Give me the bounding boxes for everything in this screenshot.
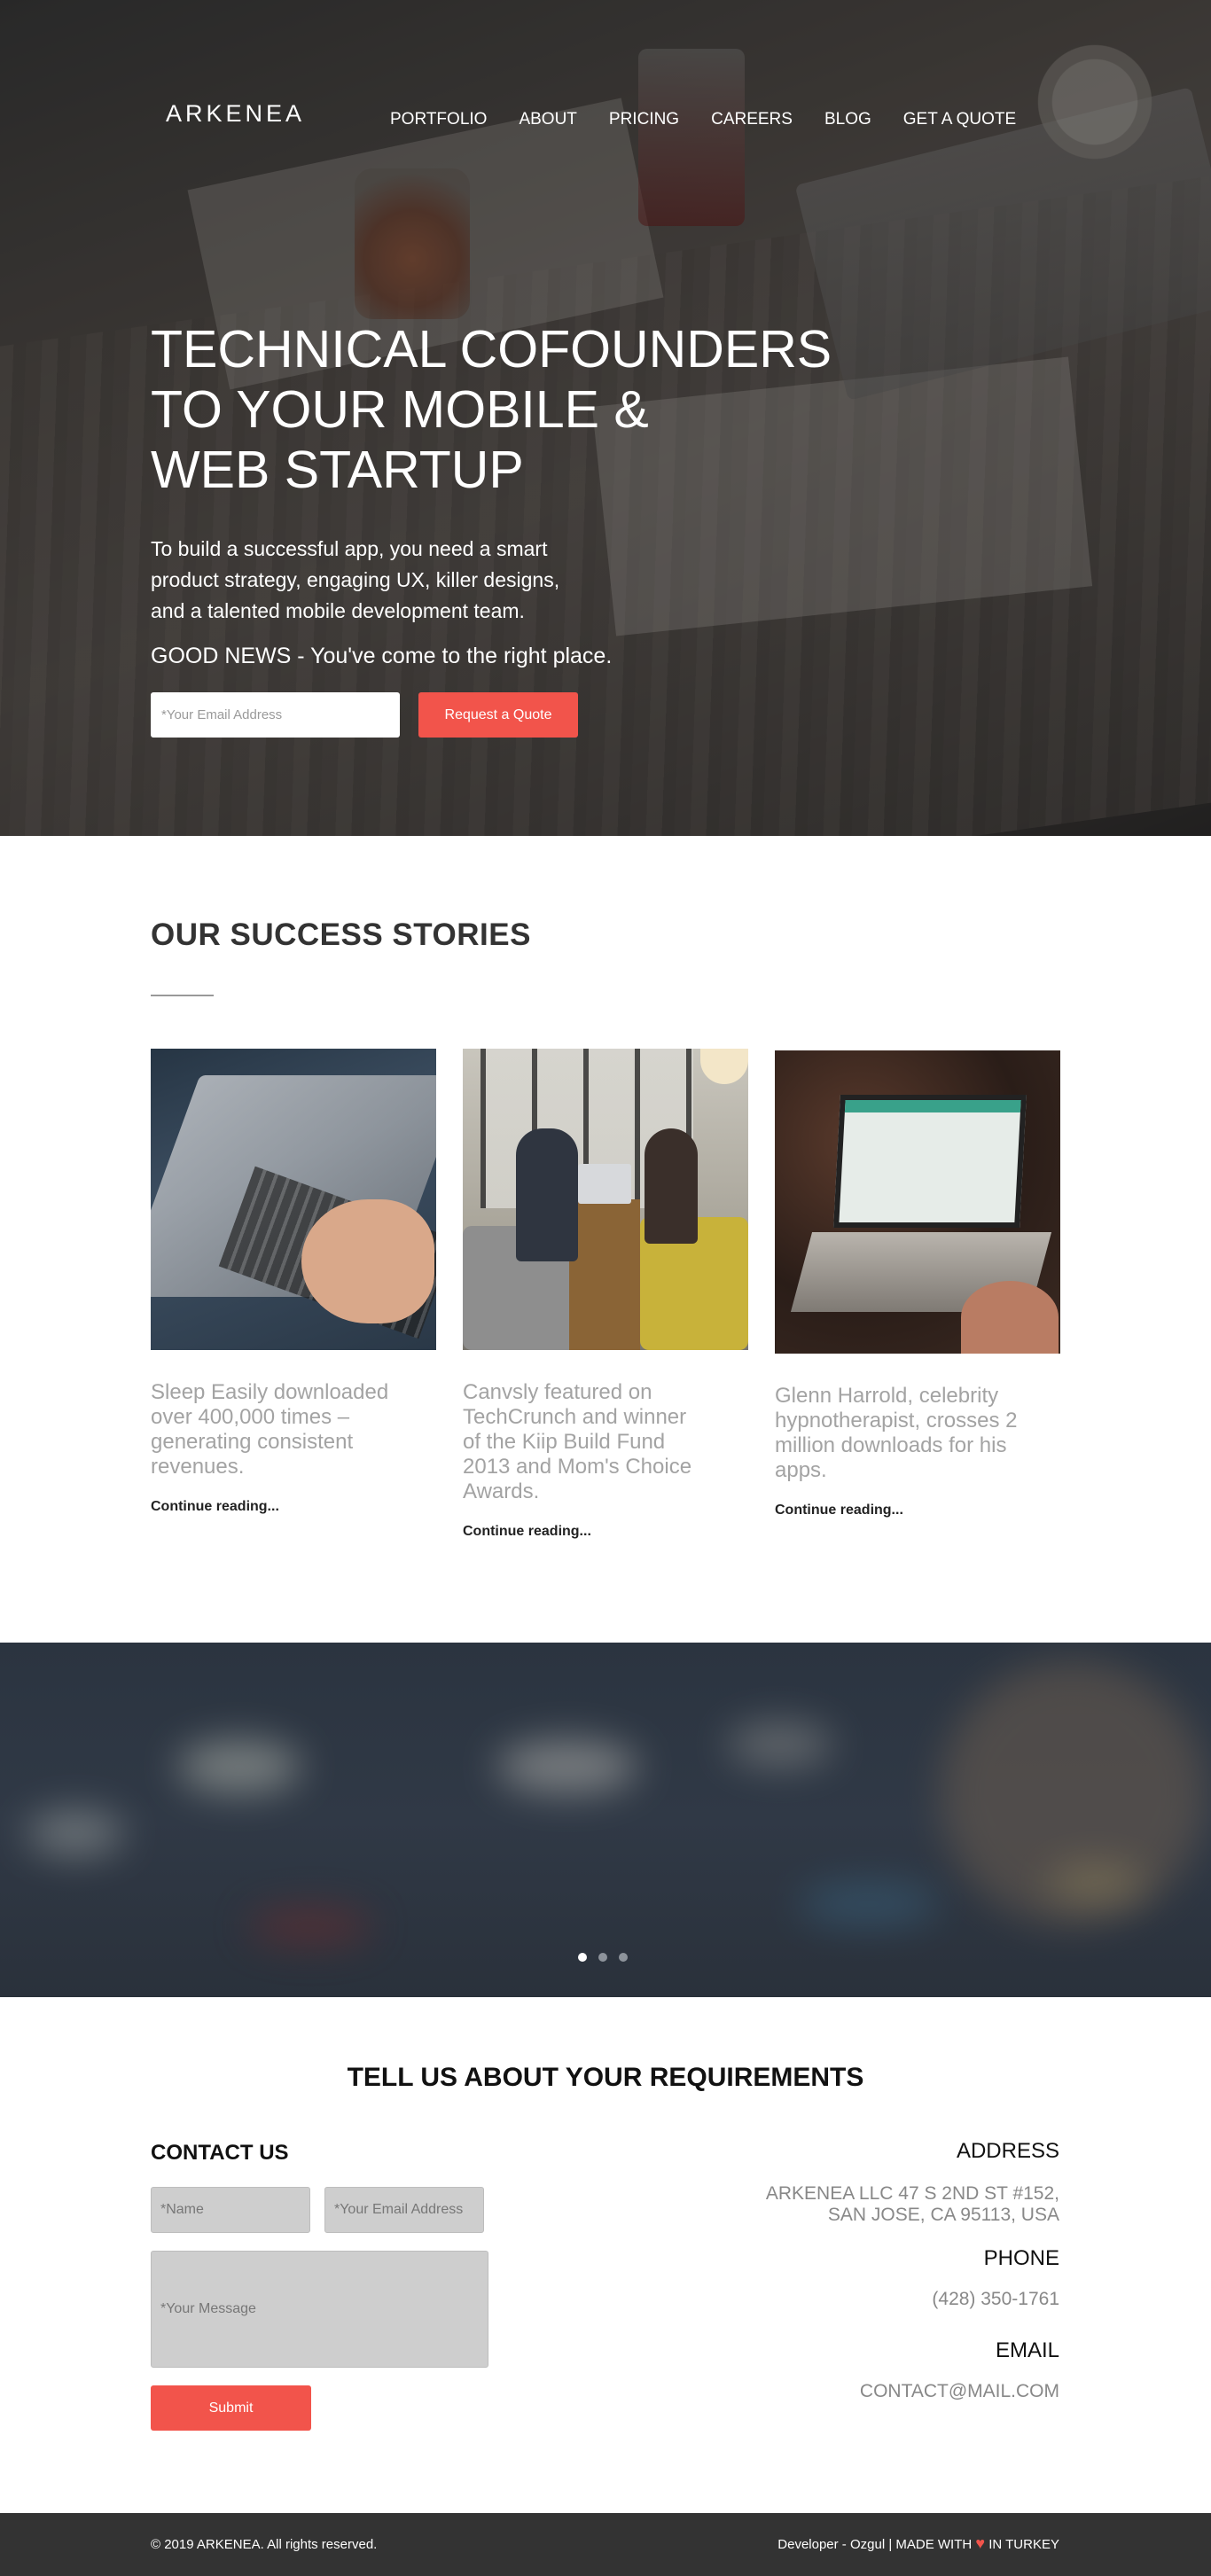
story-line: of the Kiip Build Fund	[463, 1430, 666, 1454]
title-divider	[151, 995, 214, 996]
story-description: Sleep Easily downloaded over 400,000 tim…	[151, 1380, 436, 1479]
nav-about[interactable]: ABOUT	[519, 110, 576, 129]
continue-reading-link[interactable]: Continue reading...	[775, 1503, 1060, 1518]
story-line: Glenn Harrold, celebrity	[775, 1384, 999, 1408]
hero-title: TECHNICAL COFOUNDERS TO YOUR MOBILE & WE…	[151, 319, 949, 500]
phone-heading: PHONE	[983, 2246, 1059, 2270]
story-card: Glenn Harrold, celebrity hypnotherapist,…	[775, 1050, 1060, 1518]
hero-description-line: and a talented mobile development team.	[151, 599, 525, 622]
email-address[interactable]: CONTACT@MAIL.COM	[860, 2381, 1059, 2402]
email-field[interactable]	[324, 2187, 484, 2233]
nav-careers[interactable]: CAREERS	[711, 110, 793, 129]
success-stories-title: OUR SUCCESS STORIES	[151, 917, 531, 952]
story-image-laptop-app[interactable]	[775, 1050, 1060, 1354]
story-card: Sleep Easily downloaded over 400,000 tim…	[151, 1049, 436, 1515]
story-line: million downloads for his	[775, 1433, 1007, 1457]
request-quote-button[interactable]: Request a Quote	[418, 692, 578, 738]
footer: © 2019 ARKENEA. All rights reserved. Dev…	[0, 2513, 1211, 2576]
slider-dot[interactable]	[598, 1953, 607, 1962]
nav-get-a-quote[interactable]: GET A QUOTE	[903, 110, 1016, 129]
phone-block: PHONE (428) 350-1761	[932, 2246, 1059, 2310]
continue-reading-link[interactable]: Continue reading...	[463, 1524, 748, 1540]
slider-dot[interactable]	[578, 1953, 587, 1962]
story-line: generating consistent	[151, 1430, 354, 1454]
credit-text: Developer - Ozgul | MADE WITH	[777, 2537, 973, 2552]
hero-section: ARKENEA PORTFOLIO ABOUT PRICING CAREERS …	[0, 0, 1211, 836]
nav-pricing[interactable]: PRICING	[609, 110, 679, 129]
email-heading: EMAIL	[995, 2338, 1059, 2362]
credit-text: IN TURKEY	[988, 2537, 1059, 2552]
name-field[interactable]	[151, 2187, 310, 2233]
address-block: ADDRESS ARKENEA LLC 47 S 2ND ST #152, SA…	[766, 2139, 1059, 2226]
story-line: hypnotherapist, crosses 2	[775, 1409, 1018, 1432]
story-description: Canvsly featured on TechCrunch and winne…	[463, 1380, 748, 1504]
hero-description: To build a successful app, you need a sm…	[151, 534, 621, 627]
continue-reading-link[interactable]: Continue reading...	[151, 1499, 436, 1515]
address-line: ARKENEA LLC 47 S 2ND ST #152,	[765, 2183, 1059, 2204]
hero-good-news: GOOD NEWS - You've come to the right pla…	[151, 644, 613, 668]
heart-icon: ♥	[975, 2534, 986, 2552]
contact-us-heading: CONTACT US	[151, 2141, 289, 2165]
hero-description-line: To build a successful app, you need a sm…	[151, 537, 548, 560]
slider-dot[interactable]	[619, 1953, 628, 1962]
message-field[interactable]	[151, 2251, 488, 2368]
hero-description-line: product strategy, engaging UX, killer de…	[151, 568, 560, 591]
story-line: 2013 and Mom's Choice	[463, 1455, 692, 1479]
nav-blog[interactable]: BLOG	[824, 110, 871, 129]
nav-portfolio[interactable]: PORTFOLIO	[390, 110, 487, 129]
hero-title-line: WEB STARTUP	[151, 441, 524, 499]
copyright: © 2019 ARKENEA. All rights reserved.	[151, 2537, 378, 2552]
phone-number[interactable]: (428) 350-1761	[932, 2289, 1059, 2310]
address-text: ARKENEA LLC 47 S 2ND ST #152, SAN JOSE, …	[766, 2183, 1059, 2226]
requirements-title: TELL US ABOUT YOUR REQUIREMENTS	[347, 2063, 864, 2092]
submit-button[interactable]: Submit	[151, 2385, 311, 2431]
address-heading: ADDRESS	[956, 2139, 1059, 2163]
story-line: Canvsly featured on	[463, 1380, 652, 1404]
hero-title-line: TECHNICAL COFOUNDERS	[151, 320, 832, 379]
address-line: SAN JOSE, CA 95113, USA	[827, 2205, 1059, 2225]
email-block: EMAIL CONTACT@MAIL.COM	[860, 2338, 1059, 2402]
hero-title-line: TO YOUR MOBILE &	[151, 380, 649, 439]
story-line: Sleep Easily downloaded	[151, 1380, 389, 1404]
story-card: Canvsly featured on TechCrunch and winne…	[463, 1049, 748, 1540]
footer-credit: Developer - Ozgul | MADE WITH ♥ IN TURKE…	[777, 2534, 1059, 2552]
testimonial-slider[interactable]	[0, 1643, 1211, 1997]
story-line: revenues.	[151, 1455, 245, 1479]
story-line: apps.	[775, 1458, 827, 1482]
story-image-meeting[interactable]	[463, 1049, 748, 1350]
main-nav: PORTFOLIO ABOUT PRICING CAREERS BLOG GET…	[390, 110, 1016, 129]
story-image-laptop-typing[interactable]	[151, 1049, 436, 1350]
story-line: Awards.	[463, 1479, 540, 1503]
hero-email-input[interactable]	[151, 692, 400, 738]
story-line: over 400,000 times –	[151, 1405, 350, 1429]
story-description: Glenn Harrold, celebrity hypnotherapist,…	[775, 1384, 1060, 1483]
logo[interactable]: ARKENEA	[166, 100, 305, 128]
slider-dots	[578, 1953, 628, 1962]
story-line: TechCrunch and winner	[463, 1405, 687, 1429]
